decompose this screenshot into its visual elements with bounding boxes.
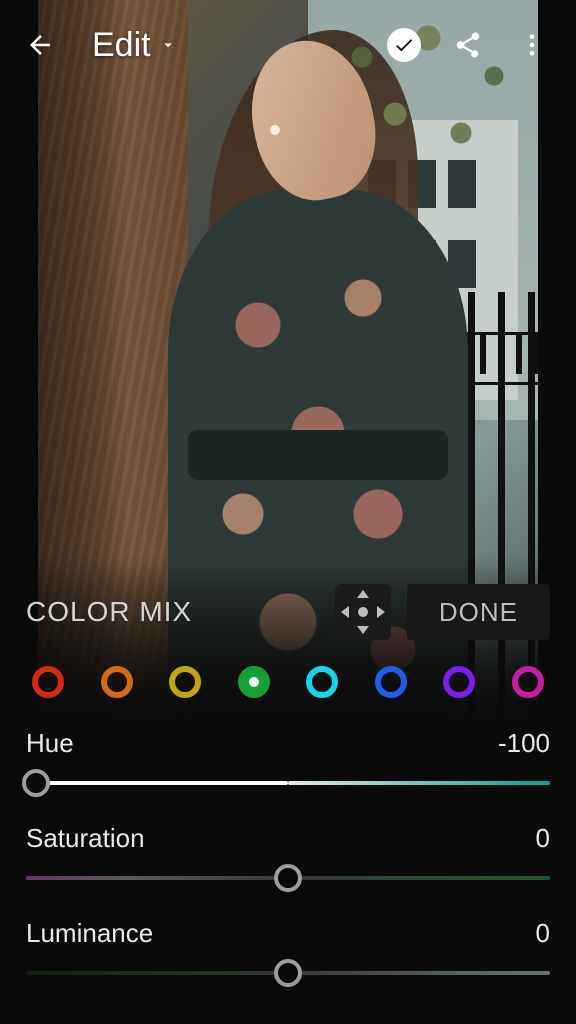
targeted-adjustment-button[interactable] — [335, 584, 391, 640]
color-swatch-row — [32, 666, 544, 698]
color-swatch-aqua[interactable] — [306, 666, 338, 698]
color-mix-panel: COLOR MIX DONE Hue -100 — [0, 564, 576, 1024]
hue-slider-group: Hue -100 — [26, 728, 550, 793]
saturation-slider-group: Saturation 0 — [26, 823, 550, 888]
screen-title: Edit — [92, 26, 151, 65]
caret-down-icon — [159, 36, 177, 54]
saturation-knob[interactable] — [274, 864, 302, 892]
luminance-value: 0 — [536, 918, 550, 949]
color-swatch-yellow[interactable] — [169, 666, 201, 698]
color-swatch-purple[interactable] — [443, 666, 475, 698]
luminance-knob[interactable] — [274, 959, 302, 987]
app-root: Edit COLOR MIX — [0, 0, 576, 1024]
top-bar: Edit — [0, 0, 576, 90]
overflow-menu-button[interactable] — [508, 21, 556, 69]
hue-slider[interactable] — [26, 773, 550, 793]
luminance-slider-group: Luminance 0 — [26, 918, 550, 983]
luminance-label: Luminance — [26, 918, 153, 949]
share-button[interactable] — [444, 21, 492, 69]
screen-title-dropdown[interactable]: Edit — [92, 26, 177, 65]
check-circle-icon — [387, 28, 421, 62]
hue-track-rest — [288, 781, 550, 785]
back-button[interactable] — [20, 25, 60, 65]
more-vert-icon — [518, 31, 546, 59]
saturation-value: 0 — [536, 823, 550, 854]
color-swatch-magenta[interactable] — [512, 666, 544, 698]
saturation-label: Saturation — [26, 823, 145, 854]
color-swatch-red[interactable] — [32, 666, 64, 698]
done-label: DONE — [439, 597, 518, 628]
panel-title: COLOR MIX — [26, 596, 192, 628]
hue-track-active — [26, 781, 288, 785]
luminance-slider[interactable] — [26, 963, 550, 983]
share-icon — [453, 30, 483, 60]
hue-label: Hue — [26, 728, 74, 759]
color-swatch-orange[interactable] — [101, 666, 133, 698]
hue-value: -100 — [498, 728, 550, 759]
color-swatch-blue[interactable] — [375, 666, 407, 698]
hue-knob[interactable] — [22, 769, 50, 797]
color-swatch-green[interactable] — [238, 666, 270, 698]
arrow-left-icon — [25, 30, 55, 60]
apply-button[interactable] — [380, 21, 428, 69]
done-button[interactable]: DONE — [407, 584, 550, 640]
saturation-slider[interactable] — [26, 868, 550, 888]
photo-subject-belt — [188, 430, 448, 480]
pan-cross-icon — [343, 592, 383, 632]
panel-header: COLOR MIX DONE — [26, 584, 550, 640]
photo-subject-earring — [270, 125, 280, 135]
